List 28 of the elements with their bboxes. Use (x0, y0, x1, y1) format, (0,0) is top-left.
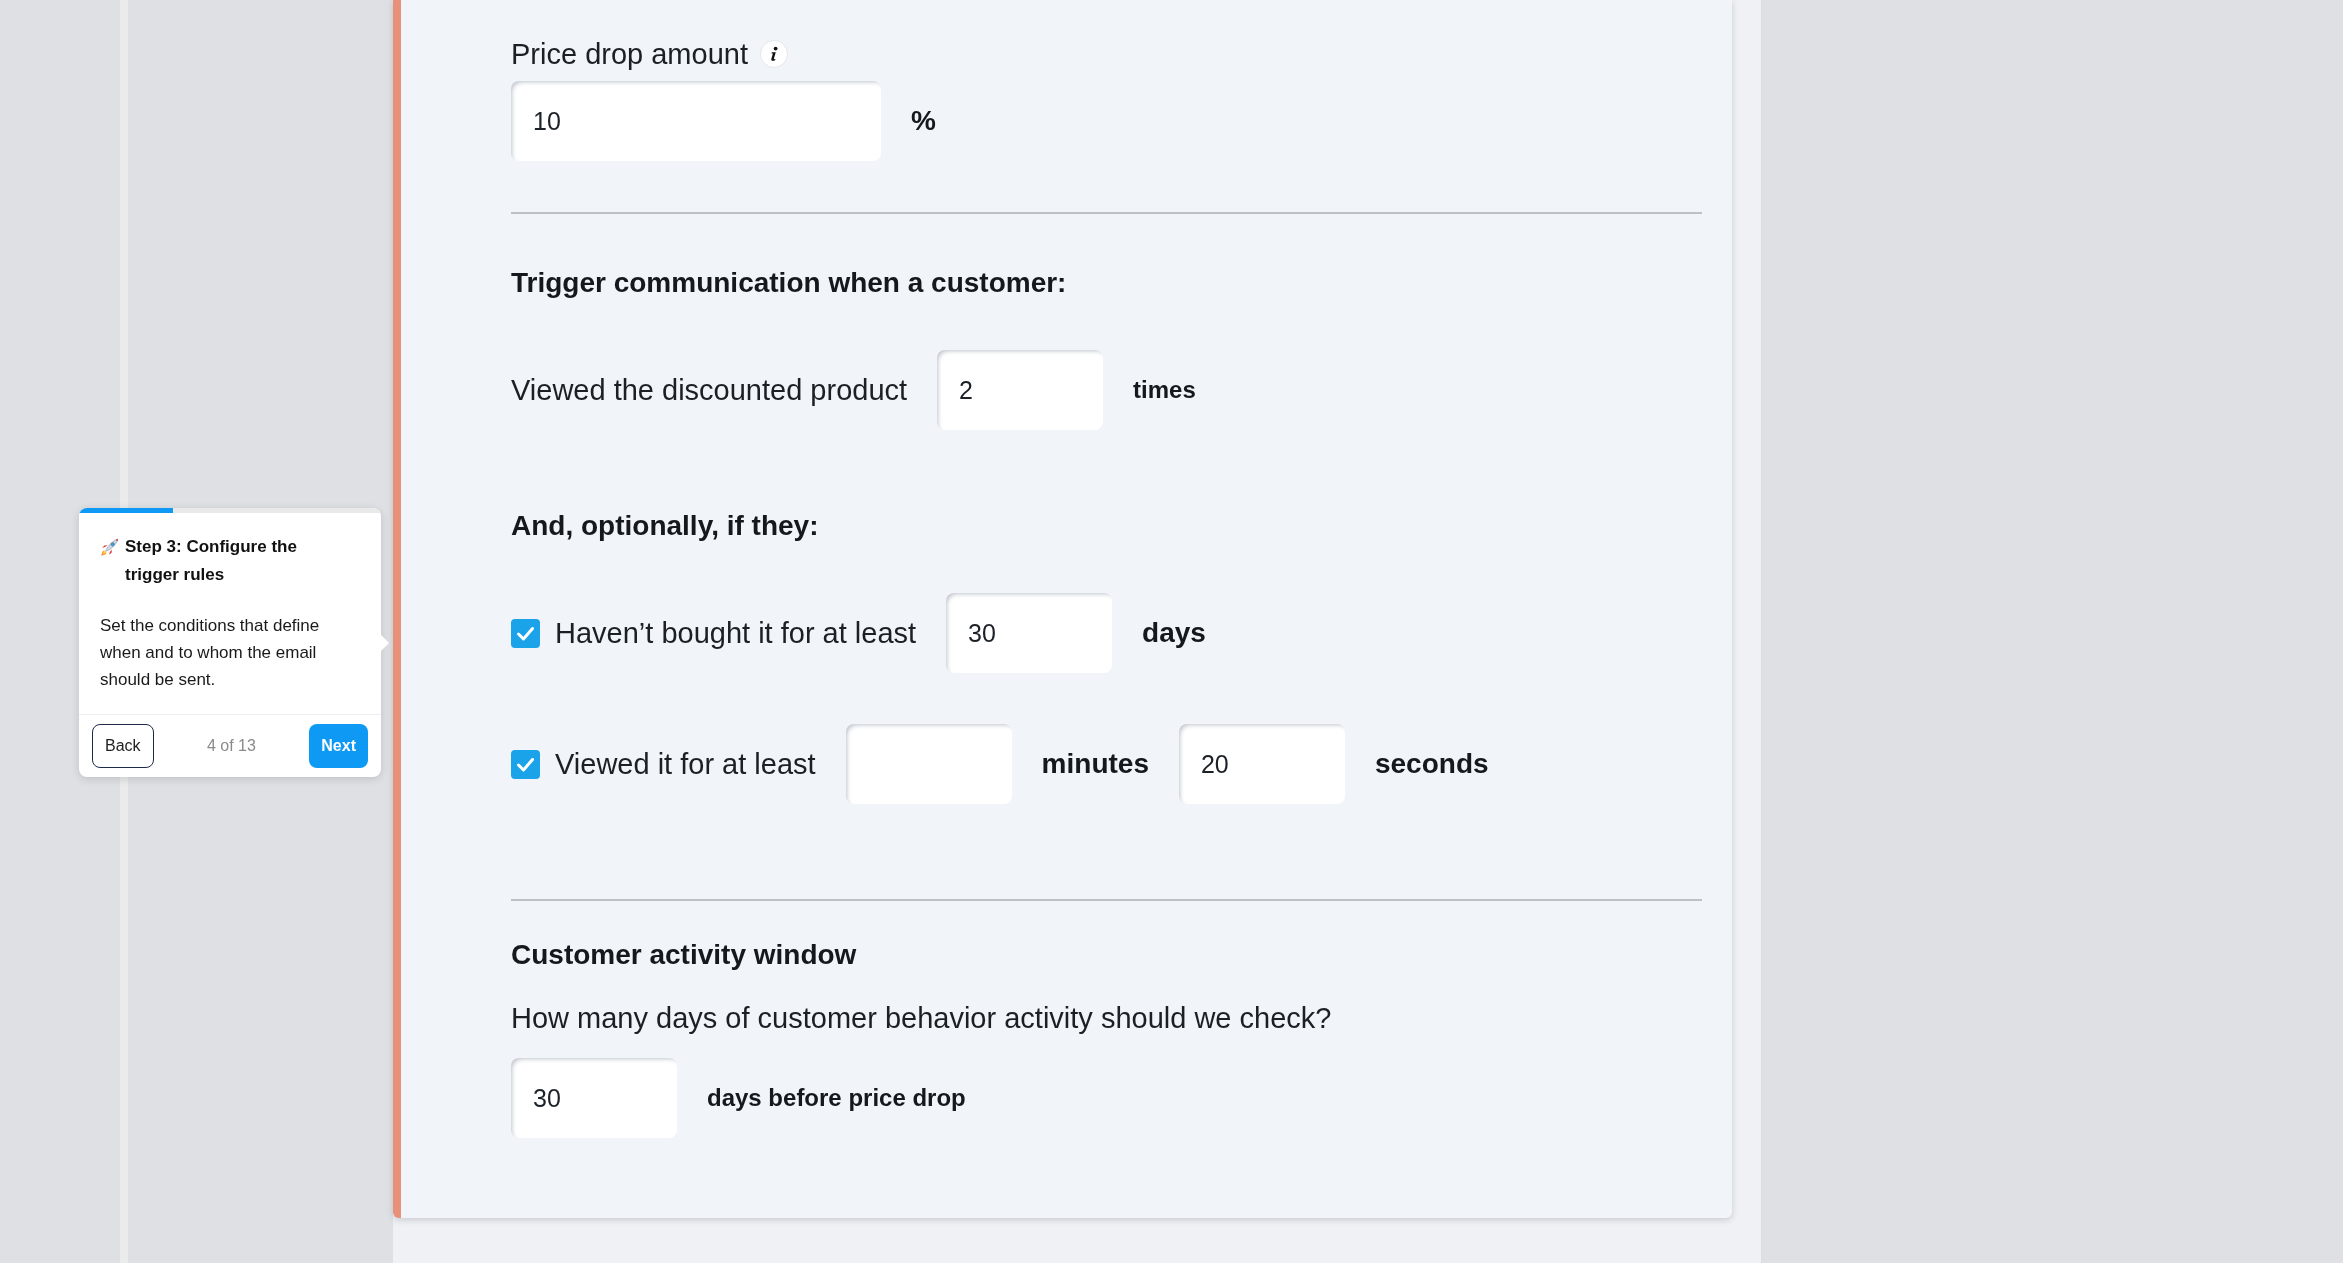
field-label: Price drop amount (511, 37, 748, 71)
condition-label: Viewed the discounted product (511, 373, 908, 407)
info-icon[interactable] (759, 40, 788, 68)
unit-label: days (1142, 617, 1206, 649)
tooltip-text: Set the conditions that define when and to whom the email should be sent. (100, 615, 321, 691)
section-heading: Trigger communication when a customer: (511, 266, 1068, 300)
section-heading: Customer activity window (511, 938, 858, 972)
rocket-icon (100, 538, 119, 557)
unit-label: times (1133, 376, 1196, 404)
unit-label: % (911, 105, 936, 137)
unit-label: seconds (1374, 748, 1489, 780)
back-button[interactable]: Back (92, 724, 154, 768)
input-field[interactable]: 30 (946, 593, 1113, 673)
unit-label: days before price drop (707, 1084, 966, 1112)
unit-label: minutes (1041, 748, 1149, 780)
checkbox-label: Haven’t bought it for at least (555, 616, 917, 650)
checkbox[interactable] (511, 749, 540, 779)
input-field[interactable]: 30 (511, 1058, 677, 1138)
checkbox-label: Viewed it for at least (555, 747, 816, 781)
section-heading: And, optionally, if they: (511, 509, 820, 543)
question-text: How many days of customer behavior activity should we check? (511, 1001, 1333, 1035)
input-field[interactable] (845, 724, 1012, 804)
step-counter: 4 of 13 (206, 737, 256, 755)
checkbox[interactable] (511, 618, 540, 648)
input-field[interactable]: 20 (1178, 724, 1345, 804)
input-field[interactable]: 2 (937, 350, 1104, 430)
input-field[interactable]: 10 (511, 81, 881, 161)
tooltip-title: Step 3: Configure the trigger rules (125, 536, 298, 586)
